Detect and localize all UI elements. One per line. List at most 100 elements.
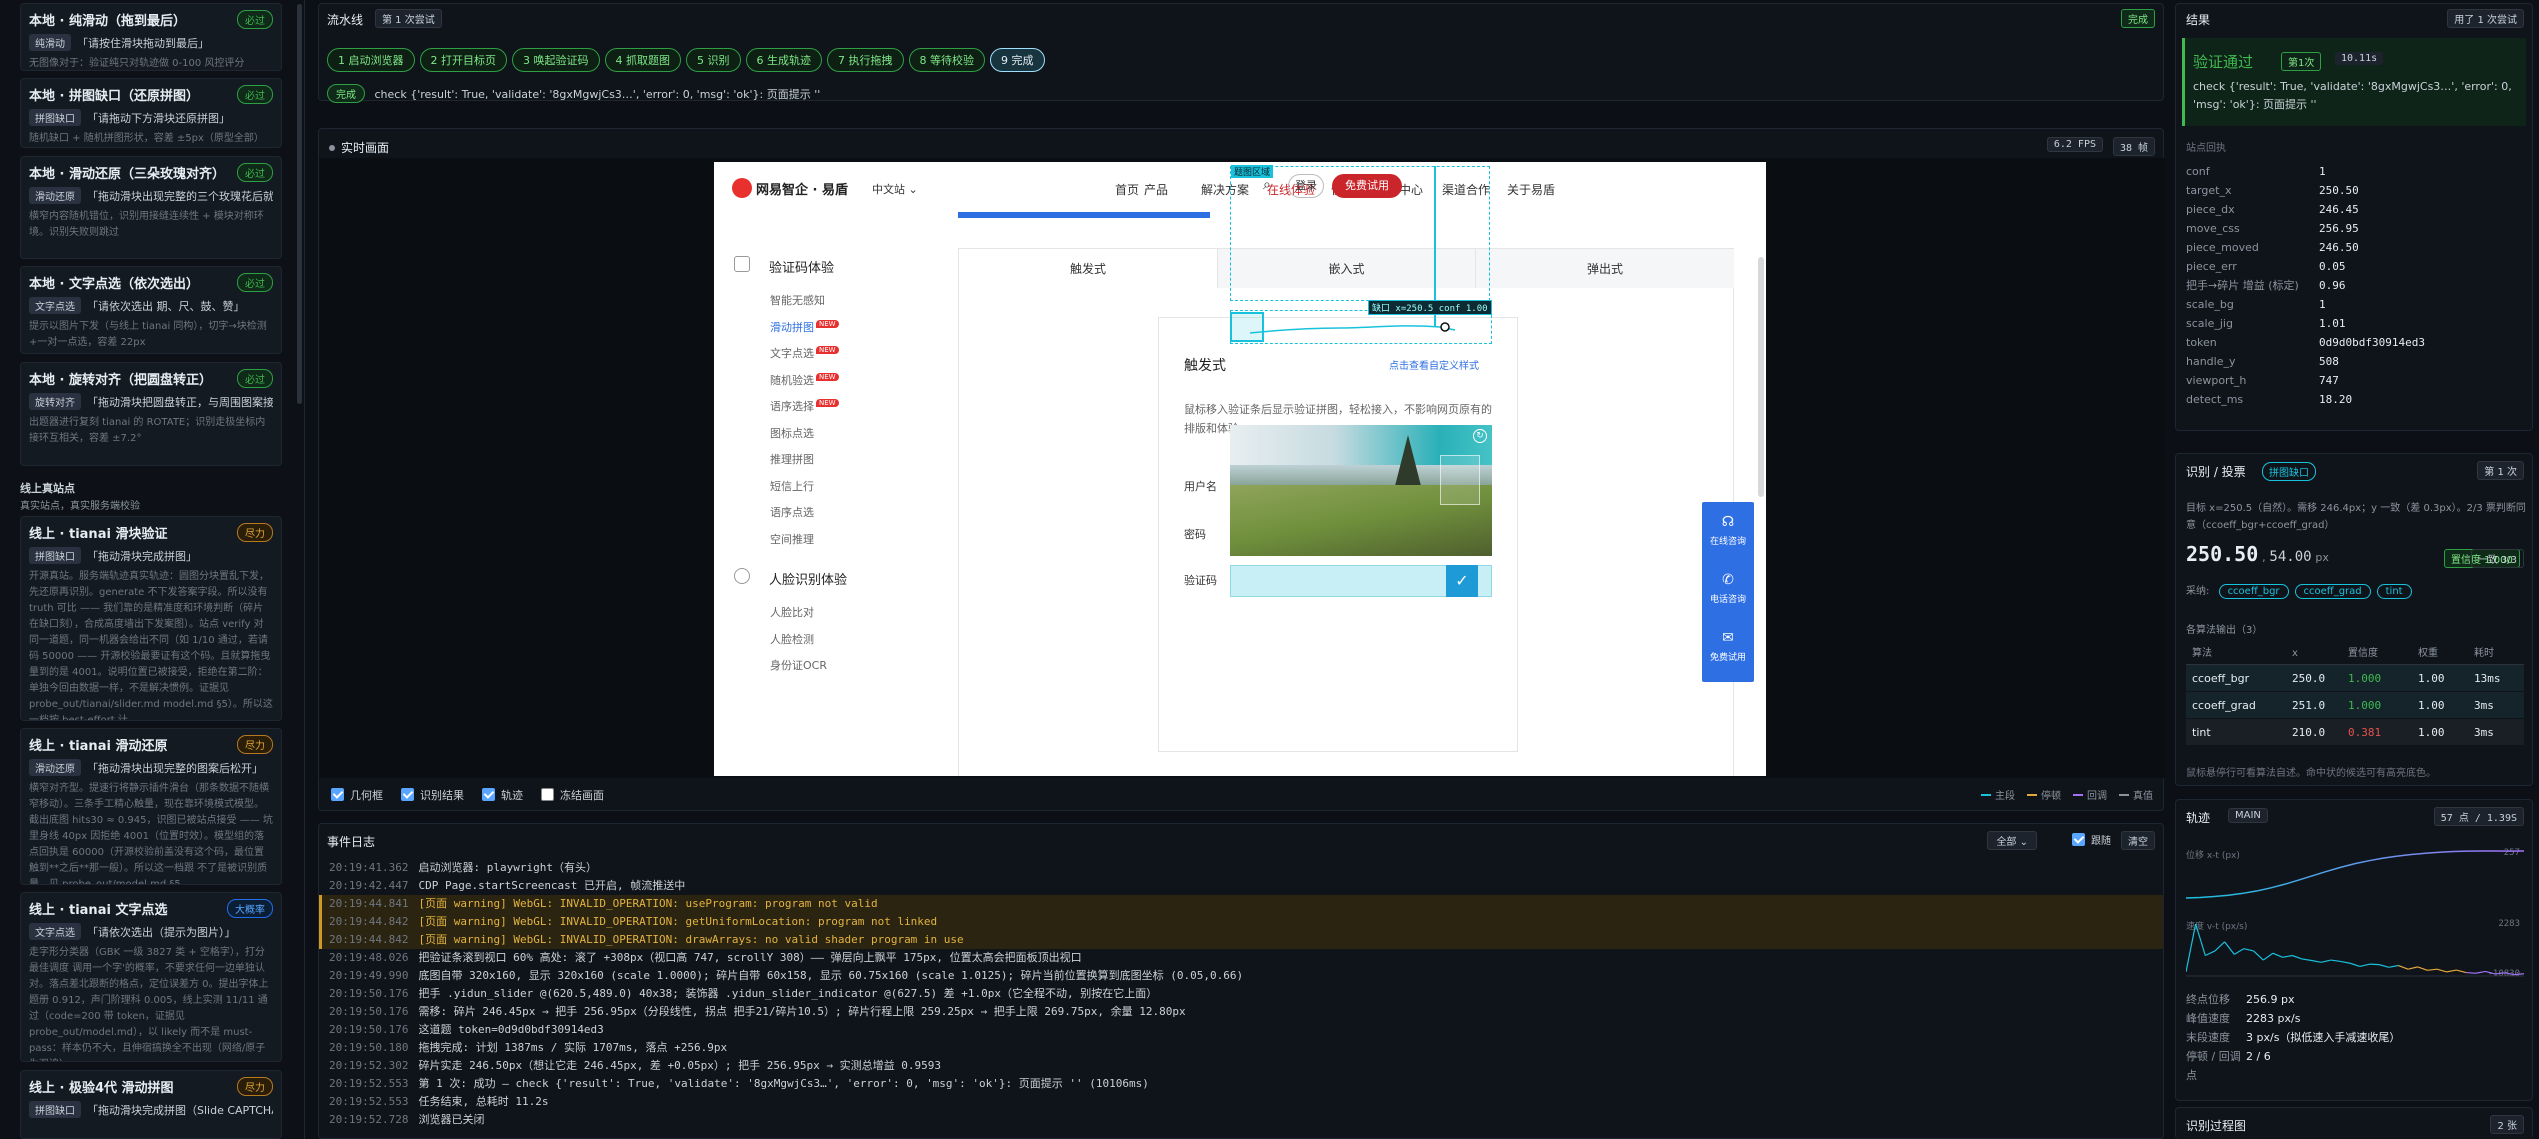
live-option-checkbox[interactable]	[401, 788, 414, 801]
algo-cell: 13ms	[2474, 672, 2501, 685]
scenario-instruction-row: 滑动还原 「拖动滑块出现完整的图案后松开」	[29, 759, 273, 776]
log-message: 第 1 次: 成功 — check {'result': True, 'vali…	[418, 1077, 1149, 1090]
scenario-card[interactable]: 本地 · 旋转对齐（把圆盘转正）必过旋转对齐「拖动滑块把圆盘转正，与周围图案接上…	[20, 362, 282, 466]
pipeline-step[interactable]: 6 生成轨迹	[745, 48, 822, 72]
live-option-checkbox[interactable]	[331, 788, 344, 801]
recog-x: 250.50	[2186, 542, 2259, 566]
log-time: 20:19:44.842	[329, 915, 409, 928]
site-nav-item[interactable]: 首页	[1115, 181, 1139, 198]
scenario-instruction: 「请依次选出（提示为图片）」	[87, 926, 236, 939]
live-option-checkbox[interactable]	[482, 788, 495, 801]
displacement-chart	[2186, 850, 2524, 899]
site-menu-item[interactable]: 人脸检测	[770, 631, 814, 647]
follow-toggle[interactable]: 跟随	[2072, 832, 2111, 847]
site-nav-item[interactable]: 关于易盾	[1507, 181, 1555, 198]
log-line: 20:19:52.728 浏览器已关闭	[319, 1111, 2163, 1129]
online-scenario-card[interactable]: 线上 · tianai 滑块验证 尽力 拼图缺口 「拖动滑块完成拼图」 开源真站。服务端…	[20, 516, 282, 721]
pass-check: check {'result': True, 'validate': '8gxM…	[2193, 80, 2512, 111]
velocity-segment	[2233, 948, 2245, 955]
event-filter-select[interactable]: 全部 ⌄	[1987, 831, 2037, 850]
receipt-value: 250.50	[2319, 184, 2359, 197]
track-stat-value: 256.9 px	[2246, 993, 2295, 1006]
site-menu-label: 短信上行	[770, 479, 814, 493]
legend-swatch	[1981, 794, 1991, 796]
track-stat-key: 末段速度	[2186, 1031, 2230, 1044]
algo-row[interactable]: ccoeff_grad 251.0 1.000 1.00 3ms	[2186, 692, 2524, 719]
headset-icon: ☊	[1721, 514, 1735, 530]
algo-table-title: 各算法输出（3）	[2186, 625, 2263, 636]
scenario-card[interactable]: 本地 · 文字点选（依次选出） 必过 文字点选 「请依次选出 期、尺、鼓、赞」 提示以图…	[20, 266, 282, 354]
float-contact-button[interactable]: ✆ 电话咨询	[1702, 566, 1754, 620]
log-line: 20:19:52.302 碎片实走 246.50px（想让它走 246.45px,…	[319, 1057, 2163, 1075]
receipt-value: 18.20	[2319, 393, 2353, 406]
scenario-description: 随机缺口 + 随机拼图形状，容差 ±5px（原型全部）	[29, 133, 264, 144]
live-option-checkbox[interactable]	[541, 788, 554, 801]
track-stat-value: 3 px/s（拟低速入手减速收尾）	[2246, 1031, 2401, 1044]
live-option-toggle[interactable]: 识别结果	[401, 788, 464, 802]
scenario-card[interactable]: 本地 · 拼图缺口（还原拼图） 必过 拼图缺口 「请拖动下方滑块还原拼图」 随机缺口 +…	[20, 78, 282, 148]
process-title: 识别过程图	[2186, 1119, 2247, 1133]
slider-handle-check-icon[interactable]: ✓	[1446, 565, 1478, 597]
online-scenario-card[interactable]: 线上 · tianai 滑动还原 尽力 滑动还原 「拖动滑块出现完整的图案后松开」 横窄…	[20, 728, 282, 885]
pipeline-step[interactable]: 1 启动浏览器	[327, 48, 415, 72]
track-title: 轨迹	[2186, 811, 2211, 825]
pipeline-step[interactable]: 5 识别	[686, 48, 741, 72]
site-menu-item[interactable]: 推理拼图	[770, 451, 814, 467]
site-menu-item[interactable]: 短信上行	[770, 478, 814, 494]
pipeline-step[interactable]: 3 唤起验证码	[512, 48, 600, 72]
pipeline-step[interactable]: 4 抓取题图	[604, 48, 681, 72]
event-log-panel: 事件日志 全部 ⌄ 跟随 清空 20:19:41.362 启动浏览器: playw…	[318, 823, 2164, 1139]
site-menu-item[interactable]: 身份证OCR	[770, 657, 827, 673]
result-title: 结果	[2186, 13, 2211, 27]
pipeline-step[interactable]: 7 执行拖拽	[827, 48, 904, 72]
online-scenario-card[interactable]: 线上 · tianai 文字点选 大概率 文字点选 「请依次选出（提示为图片）」 走字形…	[20, 892, 282, 1062]
velocity-segment	[2253, 950, 2264, 961]
scenario-card[interactable]: 本地 · 纯滑动（拖到最后） 必过 纯滑动 「请按住滑块拖动到最后」 无图像对于：验证纯…	[20, 3, 282, 71]
site-menu-item[interactable]: 随机验选 NEW	[770, 372, 839, 388]
demo-custom-link[interactable]: 点击查看自定义样式	[1389, 357, 1479, 372]
site-nav-item[interactable]: 产品	[1144, 181, 1168, 198]
site-menu-item[interactable]: 文字点选 NEW	[770, 345, 839, 361]
refresh-icon[interactable]: ↻	[1473, 429, 1487, 443]
live-option-toggle[interactable]: 冻结画面	[541, 788, 604, 802]
pipeline-step[interactable]: 9 完成	[990, 48, 1045, 72]
algo-row[interactable]: tint 210.0 0.381 1.00 3ms	[2186, 719, 2524, 746]
scenario-instruction: 「拖动滑块出现完整的三个玫瑰花后就松开」	[87, 190, 273, 203]
scenario-description: 开源真站。服务端轨迹真实轨迹：圆图分块置乱下发，先还原再识别。generate …	[29, 571, 273, 721]
clear-log-button[interactable]: 清空	[2121, 831, 2155, 850]
trajectory-legend: 主段 停顿 回调 真值	[1969, 787, 2153, 802]
scenario-instruction-row: 拼图缺口「拖动滑块完成拼图（Slide CAPTCHA）」	[29, 1101, 273, 1118]
float-contact-button[interactable]: ✉ 免费试用	[1702, 624, 1754, 678]
velocity-segment	[2398, 964, 2409, 970]
site-menu-item[interactable]: 语序选择 NEW	[770, 398, 839, 414]
site-scrollbar[interactable]	[1758, 257, 1764, 497]
tab-popup[interactable]: 弹出式	[1475, 249, 1734, 288]
log-message: 拖拽完成: 计划 1387ms / 实际 1707ms, 落点 +256.9px	[418, 1041, 728, 1054]
tab-trigger[interactable]: 触发式	[959, 249, 1217, 289]
site-menu-item[interactable]: 滑动拼图 NEW	[770, 319, 839, 335]
pipeline-step[interactable]: 2 打开目标页	[419, 48, 507, 72]
algo-row[interactable]: ccoeff_bgr 250.0 1.000 1.00 13ms	[2186, 665, 2524, 692]
site-menu-item[interactable]: 空间推理	[770, 531, 814, 547]
site-menu-item[interactable]: 图标点选	[770, 425, 814, 441]
log-line: 20:19:42.447 CDP Page.startScreencast 已开启…	[319, 877, 2163, 895]
log-time: 20:19:50.176	[329, 1005, 409, 1018]
scenario-instruction: 「请依次选出 期、尺、鼓、赞」	[87, 300, 245, 313]
velocity-segment	[2475, 970, 2486, 974]
live-option-toggle[interactable]: 轨迹	[482, 788, 523, 802]
receipt-row: piece_dx 246.45	[2176, 200, 2532, 219]
site-menu-item[interactable]: 智能无感知	[770, 292, 825, 308]
scenario-badge: 必过	[237, 369, 273, 388]
float-contact-button[interactable]: ☊ 在线咨询	[1702, 508, 1754, 562]
site-menu-item[interactable]: 人脸比对	[770, 604, 814, 620]
velocity-segment	[2214, 941, 2226, 952]
live-option-toggle[interactable]: 几何框	[331, 788, 383, 802]
sidebar-scrollbar[interactable]	[297, 4, 302, 404]
online-scenario-card[interactable]: 线上 · 极验4代 滑动拼图 尽力 拼图缺口 「拖动滑块完成拼图（Slide CAPT…	[20, 1070, 282, 1139]
site-menu-item[interactable]: 语序点选	[770, 504, 814, 520]
site-lang-select[interactable]: 中文站 ⌄	[872, 181, 918, 197]
float-label: 电话咨询	[1709, 595, 1746, 605]
scenario-card[interactable]: 本地 · 滑动还原（三朵玫瑰对齐） 必过 滑动还原 「拖动滑块出现完整的三个玫瑰花后就…	[20, 156, 282, 259]
follow-checkbox[interactable]	[2072, 833, 2085, 846]
pipeline-step[interactable]: 8 等待校验	[908, 48, 985, 72]
